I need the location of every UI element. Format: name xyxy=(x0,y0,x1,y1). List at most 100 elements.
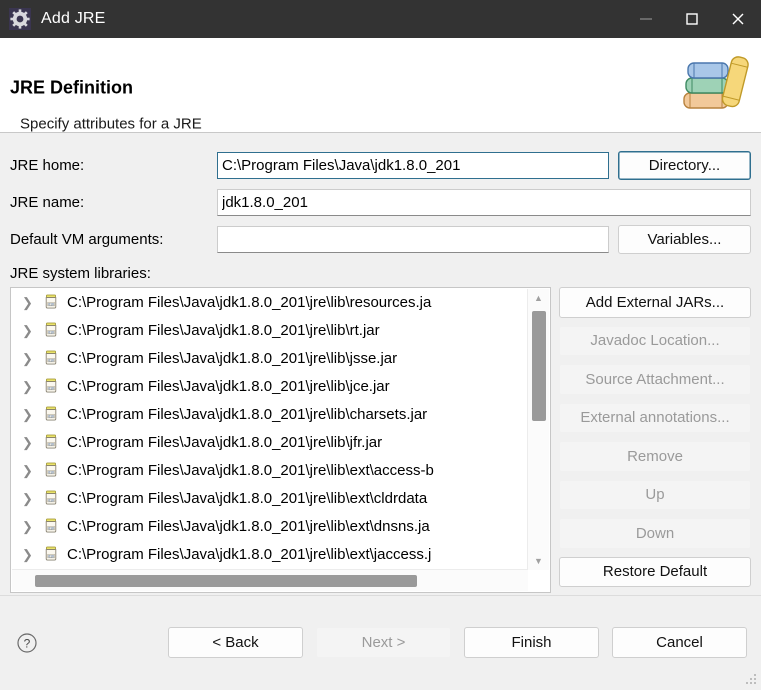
tree-row-label: C:\Program Files\Java\jdk1.8.0_201\jre\l… xyxy=(67,545,432,563)
chevron-right-icon[interactable]: ❯ xyxy=(19,324,42,337)
svg-text:010: 010 xyxy=(48,526,54,530)
svg-text:?: ? xyxy=(24,636,31,650)
variables-button[interactable]: Variables... xyxy=(618,225,751,254)
jar-icon: 010 xyxy=(42,433,60,451)
tree-row[interactable]: ❯ 010 C:\Program Files\Java\jdk1.8.0_201\j… xyxy=(11,344,528,372)
libraries-section: ❯ 010 C:\Program Files\Java\jdk1.8.0_201\j… xyxy=(0,287,761,595)
libraries-action-buttons: Add External JARs... Javadoc Location... S… xyxy=(551,287,751,595)
external-annotations-button: External annotations... xyxy=(559,402,751,433)
chevron-right-icon[interactable]: ❯ xyxy=(19,492,42,505)
jar-icon: 010 xyxy=(42,461,60,479)
chevron-right-icon[interactable]: ❯ xyxy=(19,352,42,365)
jar-icon: 010 xyxy=(42,405,60,423)
restore-default-button[interactable]: Restore Default xyxy=(559,556,751,587)
finish-button[interactable]: Finish xyxy=(464,627,599,658)
tree-row-label: C:\Program Files\Java\jdk1.8.0_201\jre\l… xyxy=(67,461,434,479)
jar-icon: 010 xyxy=(42,377,60,395)
books-stack-icon xyxy=(672,43,756,117)
remove-button: Remove xyxy=(559,441,751,472)
javadoc-location-button: Javadoc Location... xyxy=(559,325,751,356)
svg-text:010: 010 xyxy=(48,358,54,362)
jre-name-label: JRE name: xyxy=(10,194,85,211)
vm-arguments-label: Default VM arguments: xyxy=(10,231,164,248)
svg-text:010: 010 xyxy=(48,302,54,306)
svg-text:010: 010 xyxy=(48,442,54,446)
jre-system-libraries-label: JRE system libraries: xyxy=(10,265,151,282)
tree-row-label: C:\Program Files\Java\jdk1.8.0_201\jre\l… xyxy=(67,489,428,507)
jre-name-input[interactable] xyxy=(217,189,751,216)
tree-row[interactable]: ❯ 010 C:\Program Files\Java\jdk1.8.0_201\j… xyxy=(11,540,528,568)
tree-row[interactable]: ❯ 010 C:\Program Files\Java\jdk1.8.0_201\j… xyxy=(11,316,528,344)
jar-icon: 010 xyxy=(42,489,60,507)
jar-icon: 010 xyxy=(42,545,60,563)
jar-icon: 010 xyxy=(42,517,60,535)
tree-row-label: C:\Program Files\Java\jdk1.8.0_201\jre\l… xyxy=(67,517,430,535)
resize-grip-icon[interactable] xyxy=(744,672,758,686)
svg-text:010: 010 xyxy=(48,330,54,334)
chevron-right-icon[interactable]: ❯ xyxy=(19,408,42,421)
tree-row-label: C:\Program Files\Java\jdk1.8.0_201\jre\l… xyxy=(67,433,383,451)
back-button[interactable]: < Back xyxy=(168,627,303,658)
add-jre-dialog: Add JRE JRE Definition Specify attribute… xyxy=(0,0,761,689)
up-button: Up xyxy=(559,479,751,510)
tree-row-label: C:\Program Files\Java\jdk1.8.0_201\jre\l… xyxy=(67,405,428,423)
vertical-scroll-track[interactable] xyxy=(528,307,549,552)
jre-form: JRE home: Directory... JRE name: Default… xyxy=(0,133,761,258)
chevron-right-icon[interactable]: ❯ xyxy=(19,464,42,477)
svg-text:010: 010 xyxy=(48,386,54,390)
tree-row[interactable]: ❯ 010 C:\Program Files\Java\jdk1.8.0_201\j… xyxy=(11,400,528,428)
tree-row[interactable]: ❯ 010 C:\Program Files\Java\jdk1.8.0_201\j… xyxy=(11,428,528,456)
down-button: Down xyxy=(559,518,751,549)
title-bar: Add JRE xyxy=(0,0,761,38)
tree-row-label: C:\Program Files\Java\jdk1.8.0_201\jre\l… xyxy=(67,349,398,367)
svg-text:010: 010 xyxy=(48,470,54,474)
close-icon[interactable] xyxy=(715,0,761,38)
jre-home-input[interactable] xyxy=(217,152,609,179)
tree-row-label: C:\Program Files\Java\jdk1.8.0_201\jre\l… xyxy=(67,377,390,395)
chevron-right-icon[interactable]: ❯ xyxy=(19,296,42,309)
tree-row-label: C:\Program Files\Java\jdk1.8.0_201\jre\l… xyxy=(67,321,380,339)
source-attachment-button: Source Attachment... xyxy=(559,364,751,395)
svg-text:010: 010 xyxy=(48,554,54,558)
chevron-right-icon[interactable]: ❯ xyxy=(19,548,42,561)
tree-horizontal-scrollbar[interactable] xyxy=(12,569,528,591)
add-external-jars-button[interactable]: Add External JARs... xyxy=(559,287,751,318)
chevron-right-icon[interactable]: ❯ xyxy=(19,436,42,449)
page-title: JRE Definition xyxy=(10,77,134,98)
horizontal-scroll-thumb[interactable] xyxy=(35,575,417,587)
chevron-right-icon[interactable]: ❯ xyxy=(19,520,42,533)
scroll-down-icon[interactable]: ▼ xyxy=(528,552,549,570)
vm-arguments-input[interactable] xyxy=(217,226,609,253)
directory-button[interactable]: Directory... xyxy=(618,151,751,180)
tree-row[interactable]: ❯ 010 C:\Program Files\Java\jdk1.8.0_201\j… xyxy=(11,484,528,512)
tree-row[interactable]: ❯ 010 C:\Program Files\Java\jdk1.8.0_201\j… xyxy=(11,372,528,400)
scroll-up-icon[interactable]: ▲ xyxy=(528,289,549,307)
jre-name-row: JRE name: xyxy=(10,184,751,221)
svg-text:010: 010 xyxy=(48,498,54,502)
help-question-icon[interactable]: ? xyxy=(16,632,38,654)
jre-home-label: JRE home: xyxy=(10,157,85,174)
chevron-right-icon[interactable]: ❯ xyxy=(19,380,42,393)
vertical-scroll-thumb[interactable] xyxy=(532,311,546,422)
window-controls xyxy=(623,0,761,38)
page-subtitle: Specify attributes for a JRE xyxy=(20,115,202,133)
gear-icon xyxy=(9,8,31,30)
jar-icon: 010 xyxy=(42,293,60,311)
tree-row-label: C:\Program Files\Java\jdk1.8.0_201\jre\l… xyxy=(67,293,432,311)
maximize-icon[interactable] xyxy=(669,0,715,38)
dialog-footer: ? < Back Next > Finish Cancel xyxy=(0,595,761,689)
next-button: Next > xyxy=(316,627,451,658)
jre-home-row: JRE home: Directory... xyxy=(10,147,751,184)
window-title: Add JRE xyxy=(41,10,106,27)
tree-vertical-scrollbar[interactable]: ▲ ▼ xyxy=(527,289,549,570)
vm-arguments-row: Default VM arguments: Variables... xyxy=(10,221,751,258)
tree-row[interactable]: ❯ 010 C:\Program Files\Java\jdk1.8.0_201\j… xyxy=(11,288,528,316)
jar-icon: 010 xyxy=(42,321,60,339)
tree-row[interactable]: ❯ 010 C:\Program Files\Java\jdk1.8.0_201\j… xyxy=(11,512,528,540)
cancel-button[interactable]: Cancel xyxy=(612,627,747,658)
wizard-buttons: < Back Next > Finish Cancel xyxy=(168,627,747,658)
minimize-icon[interactable] xyxy=(623,0,669,38)
libraries-tree[interactable]: ❯ 010 C:\Program Files\Java\jdk1.8.0_201\j… xyxy=(10,287,551,593)
libraries-tree-rows: ❯ 010 C:\Program Files\Java\jdk1.8.0_201\j… xyxy=(11,288,528,570)
tree-row[interactable]: ❯ 010 C:\Program Files\Java\jdk1.8.0_201\j… xyxy=(11,456,528,484)
